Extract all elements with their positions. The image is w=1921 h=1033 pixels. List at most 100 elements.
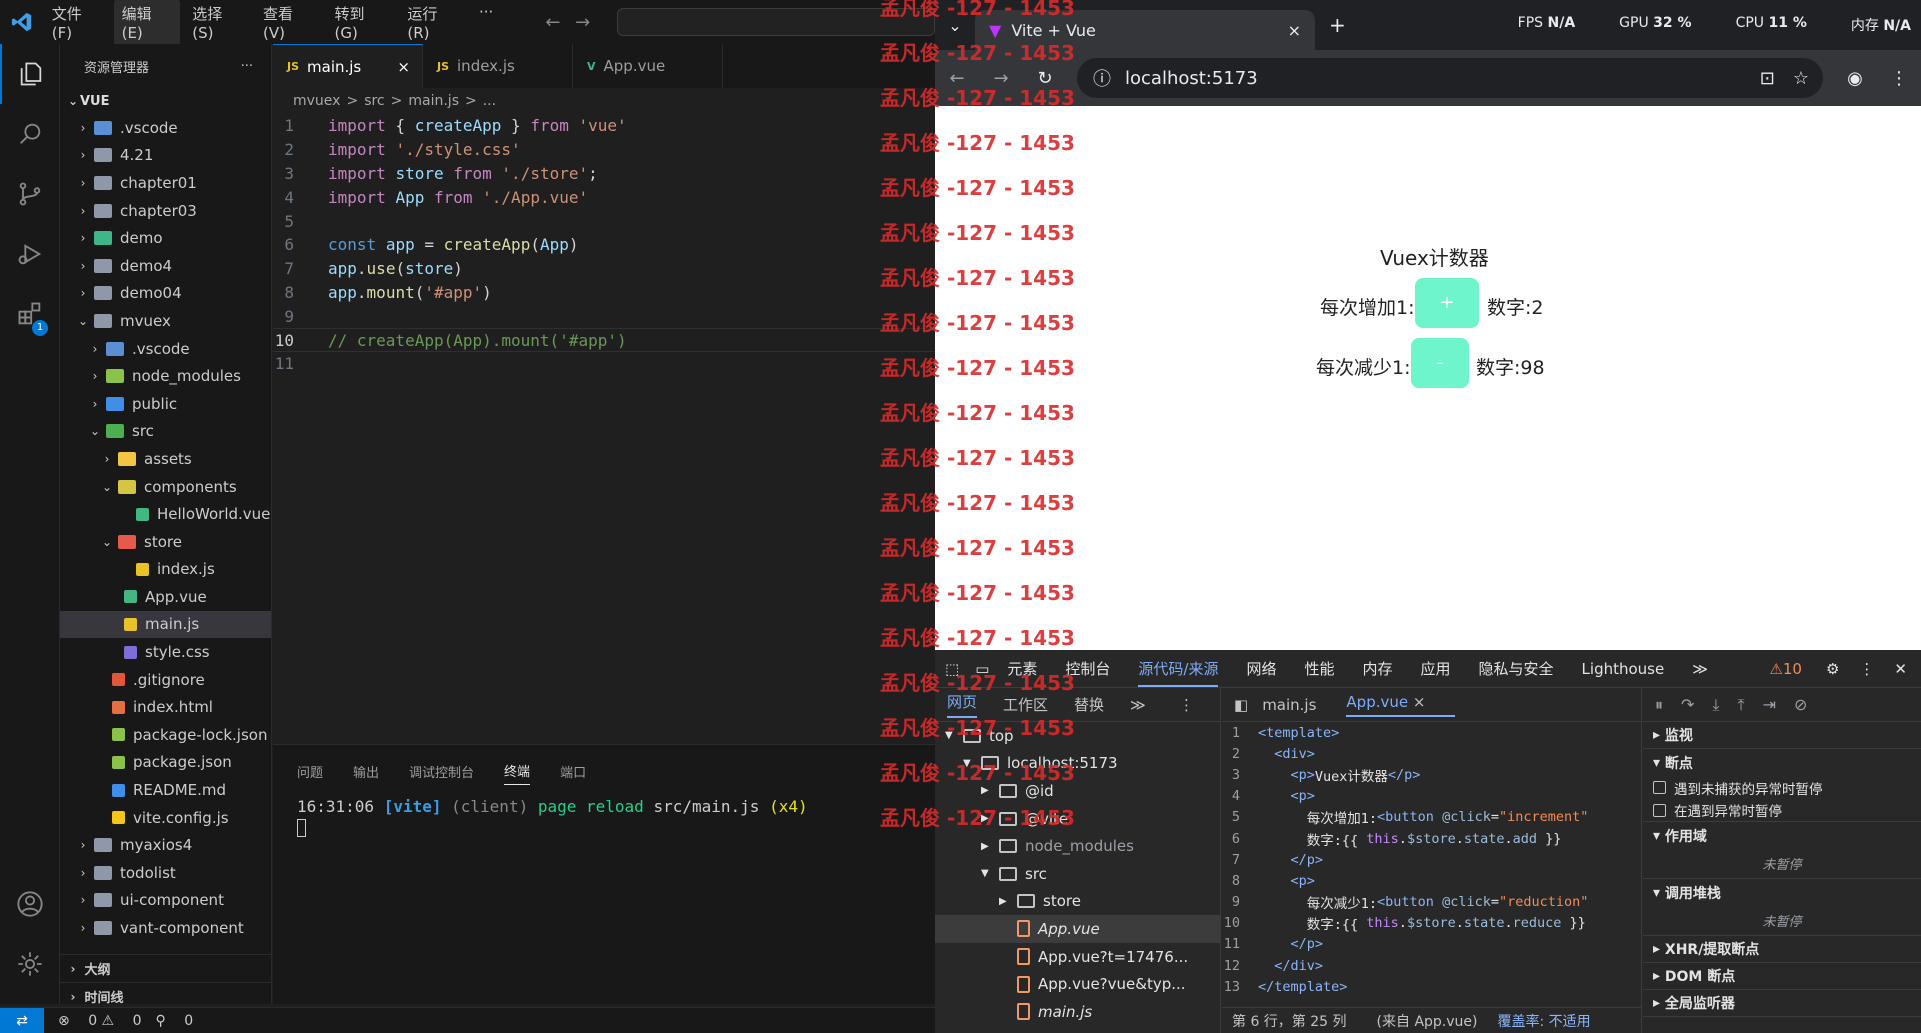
increment-button[interactable]: + <box>1415 278 1479 328</box>
file-tree-item[interactable]: › demo4 <box>60 252 271 280</box>
outline-section[interactable]: › 大纲 <box>60 954 272 982</box>
source-code[interactable]: 1 <template> 2 <div> 3 <p> Vuex计数器 </p> 4 <p> 5… <box>1222 722 1641 997</box>
source-tab-close-icon[interactable]: × <box>1408 693 1426 711</box>
ports-status[interactable]: ⚲ 0 <box>155 1013 193 1029</box>
file-tree-item[interactable]: › demo04 <box>60 280 271 308</box>
menu-item[interactable]: ··· <box>471 0 501 46</box>
editor-tab[interactable]: JS main.js × <box>273 44 423 88</box>
sources-tree-item[interactable]: ▼ src <box>935 860 1220 888</box>
file-tree-item[interactable]: vite.config.js <box>60 804 271 832</box>
editor-tab[interactable]: V App.vue <box>573 44 723 88</box>
file-tree-item[interactable]: index.html <box>60 693 271 721</box>
site-info-icon[interactable]: ⓘ <box>1093 65 1111 91</box>
file-tree-item[interactable]: › demo <box>60 224 271 252</box>
devtools-tab[interactable]: ≫ <box>1692 660 1708 678</box>
devtools-tab[interactable]: 内存 <box>1363 658 1393 679</box>
panel-tab[interactable]: 终端 <box>504 757 531 785</box>
menu-item[interactable]: 运行(R) <box>399 0 467 46</box>
file-tree-item[interactable]: .gitignore <box>60 666 271 694</box>
breadcrumb-segment[interactable]: mvuex <box>293 93 340 109</box>
decrement-button[interactable]: - <box>1411 338 1469 388</box>
forward-icon[interactable]: → <box>575 12 605 33</box>
breakpoints-section[interactable]: ▾ 断点 <box>1643 749 1921 776</box>
address-bar[interactable]: ⓘ localhost:5173 ⊡ ☆ <box>1077 58 1823 98</box>
sources-tree-item[interactable]: ▶ node_modules <box>935 832 1220 860</box>
source-file-tab[interactable]: main.js <box>1262 696 1316 714</box>
file-tree-item[interactable]: HelloWorld.vue <box>60 500 271 528</box>
panel-tab[interactable]: 端口 <box>560 758 586 785</box>
search-icon[interactable] <box>0 104 60 164</box>
file-tree-item[interactable]: main.js <box>60 610 271 639</box>
sources-tree-item[interactable]: App.vue <box>935 915 1220 943</box>
explorer-more-button[interactable]: ··· <box>241 59 253 74</box>
file-tree-item[interactable]: › chapter03 <box>60 197 271 225</box>
panel-tab[interactable]: 输出 <box>353 758 379 785</box>
deactivate-breakpoints-icon[interactable]: ⊘ <box>1794 695 1807 714</box>
menu-item[interactable]: 选择(S) <box>184 0 251 46</box>
settings-gear-icon[interactable] <box>0 934 60 994</box>
file-tree-item[interactable]: ⌄ mvuex <box>60 307 271 335</box>
chrome-tab-close-button[interactable]: × <box>1288 21 1301 40</box>
file-tree-item[interactable]: › myaxios4 <box>60 831 271 859</box>
explorer-icon[interactable] <box>0 44 60 104</box>
navigator-tab[interactable]: ≫ <box>1130 696 1146 714</box>
dom-breakpoints-section[interactable]: ▸ DOM 断点 <box>1643 963 1921 990</box>
source-control-icon[interactable] <box>0 164 60 224</box>
step-out-icon[interactable]: ⤒ <box>1738 695 1745 715</box>
scope-section[interactable]: ▾ 作用域 <box>1643 822 1921 849</box>
global-listeners-section[interactable]: ▸ 全局监听器 <box>1643 990 1921 1017</box>
sources-tree-item[interactable]: ▶ store <box>935 888 1220 916</box>
editor-tab[interactable]: JS index.js <box>423 44 573 88</box>
file-tree-item[interactable]: package.json <box>60 749 271 777</box>
devtools-more-icon[interactable]: ⋮ <box>1859 660 1874 678</box>
devtools-tab[interactable]: 应用 <box>1421 658 1451 679</box>
file-tree-item[interactable]: › todolist <box>60 859 271 887</box>
translate-icon[interactable]: ⊡ <box>1760 68 1775 89</box>
file-tree-item[interactable]: › assets <box>60 445 271 473</box>
terminal-output[interactable]: 16:31:06 [vite] (client) page reload src… <box>273 797 935 837</box>
step-into-icon[interactable]: ⤓ <box>1712 695 1719 715</box>
file-tree-item[interactable]: › ui-component <box>60 887 271 915</box>
new-tab-button[interactable]: + <box>1329 13 1346 37</box>
timeline-section[interactable]: › 时间线 <box>60 982 272 1010</box>
remote-icon[interactable]: ⇄ <box>0 1007 44 1033</box>
callstack-section[interactable]: ▾ 调用堆栈 <box>1643 879 1921 906</box>
problems-status[interactable]: ⊗ 0 ⚠ 0 <box>58 1013 141 1029</box>
pause-uncaught-checkbox[interactable]: 遇到未捕获的异常时暂停 <box>1643 776 1921 799</box>
devtools-settings-icon[interactable]: ⚙ <box>1826 660 1839 678</box>
file-tree-item[interactable]: style.css <box>60 638 271 666</box>
file-tree-item[interactable]: › chapter01 <box>60 169 271 197</box>
tab-close-icon[interactable]: × <box>397 58 410 76</box>
file-tree-item[interactable]: › node_modules <box>60 362 271 390</box>
breadcrumb-segment[interactable]: src <box>364 93 384 109</box>
file-tree-item[interactable]: › .vscode <box>60 114 271 142</box>
breadcrumb-segment[interactable]: ... <box>483 93 496 109</box>
devtools-close-icon[interactable]: ✕ <box>1894 660 1907 678</box>
code-editor[interactable]: 1 import { createApp } from 'vue' 2 import … <box>273 114 935 754</box>
profile-icon[interactable]: ◉ <box>1833 68 1877 89</box>
file-tree-item[interactable]: › .vscode <box>60 335 271 363</box>
navigator-tab[interactable]: 替换 <box>1074 694 1104 715</box>
file-tree-item[interactable]: › public <box>60 390 271 418</box>
menu-item[interactable]: 查看(V) <box>255 0 322 46</box>
run-debug-icon[interactable] <box>0 224 60 284</box>
file-tree-item[interactable]: ⌄ components <box>60 473 271 501</box>
file-tree-item[interactable]: App.vue <box>60 583 271 611</box>
toggle-navigator-icon[interactable]: ◧ <box>1234 696 1248 714</box>
navigator-more-icon[interactable]: ⋮ <box>1179 696 1194 714</box>
file-tree-item[interactable]: › vant-component <box>60 914 271 942</box>
file-tree-item[interactable]: ⌄ store <box>60 528 271 556</box>
menu-item[interactable]: 转到(G) <box>327 0 396 46</box>
devtools-tab[interactable]: 源代码/来源 <box>1138 658 1219 687</box>
file-tree-item[interactable]: README.md <box>60 776 271 804</box>
file-tree-item[interactable]: index.js <box>60 556 271 584</box>
account-icon[interactable] <box>0 874 60 934</box>
sources-tree-item[interactable]: App.vue?vue&typ... <box>935 970 1220 998</box>
sources-tree-item[interactable]: App.vue?t=17476... <box>935 943 1220 971</box>
xhr-breakpoints-section[interactable]: ▸ XHR/提取断点 <box>1643 936 1921 963</box>
devtools-tab[interactable]: 性能 <box>1304 658 1334 679</box>
workspace-root[interactable]: ⌄ VUE <box>60 88 271 114</box>
step-icon[interactable]: ⇥ <box>1763 695 1776 714</box>
source-origin[interactable]: (来自 App.vue) <box>1377 1011 1478 1031</box>
watch-section[interactable]: ▸ 监视 <box>1643 722 1921 749</box>
